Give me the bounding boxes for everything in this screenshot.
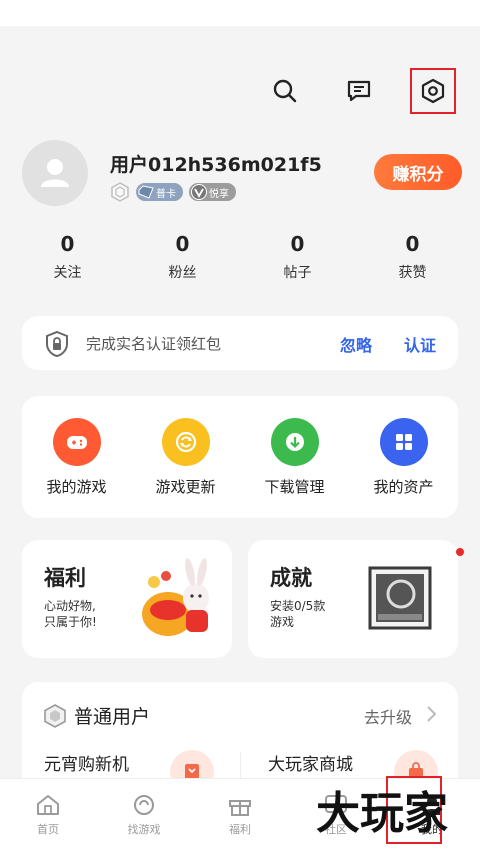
tier-item-new-phone[interactable]: 元宵购新机	[44, 750, 129, 775]
stat-posts[interactable]: 0 帖子	[240, 232, 355, 282]
vip-badge[interactable]: 悦享	[189, 183, 236, 201]
vip-label: 悦享	[209, 188, 229, 200]
shortcut-assets[interactable]: 我的资产	[349, 396, 458, 518]
watermark-logo: 大玩家	[316, 788, 448, 836]
welfare-card[interactable]: 福利 心动好物, 只属于你!	[22, 540, 232, 658]
stats-row: 0 关注 0 粉丝 0 帖子 0 获赞	[10, 232, 470, 282]
tab-home[interactable]: 首页	[0, 779, 96, 852]
stat-label: 关注	[53, 265, 82, 281]
message-button[interactable]	[336, 68, 382, 114]
tier-item-mall[interactable]: 大玩家商城	[268, 750, 353, 775]
download-icon	[270, 418, 319, 466]
avatar[interactable]	[22, 140, 88, 206]
notification-dot	[456, 548, 464, 556]
upgrade-link[interactable]: 去升级	[364, 704, 412, 728]
stat-label: 获赞	[398, 265, 427, 281]
achievement-subtitle: 安装0/5款 游戏	[270, 599, 326, 629]
watermark-text: 大玩家	[316, 788, 448, 836]
gamepad-icon	[52, 418, 101, 466]
settings-button[interactable]	[410, 68, 456, 114]
membership-title: 普通用户	[74, 706, 151, 728]
tab-label: 首页	[37, 823, 59, 836]
tab-welfare[interactable]: 福利	[192, 779, 288, 852]
tab-label: 找游戏	[127, 823, 161, 836]
tab-find-game[interactable]: 找游戏	[96, 779, 192, 852]
shortcut-downloads[interactable]: 下载管理	[240, 396, 349, 518]
card-tier-badge[interactable]: 普卡	[136, 183, 183, 201]
grid-icon	[379, 418, 428, 466]
achievement-card[interactable]: 成就 安装0/5款 游戏	[248, 540, 464, 658]
verify-button[interactable]: 认证	[404, 332, 436, 356]
achievement-title: 成就	[270, 566, 312, 590]
hexagon-level-icon[interactable]	[110, 182, 130, 202]
shortcut-label: 我的游戏	[46, 478, 107, 496]
hexagon-level-icon	[44, 704, 66, 728]
stat-followers[interactable]: 0 粉丝	[125, 232, 240, 282]
shortcut-grid: 我的游戏 游戏更新 下载管理 我的资产	[22, 396, 458, 518]
stat-value: 0	[60, 232, 75, 256]
welfare-title: 福利	[44, 566, 86, 590]
verify-text: 完成实名认证领红包	[86, 335, 222, 353]
card-tier-icon	[138, 185, 154, 199]
badge-row: 普卡 悦享	[110, 182, 236, 202]
earn-points-button[interactable]: 赚积分	[374, 154, 462, 190]
tab-label: 福利	[229, 823, 251, 836]
search-icon	[273, 79, 297, 103]
header-actions	[262, 68, 456, 114]
profile-header: 用户012h536m021f5 普卡 悦享 赚积分	[22, 140, 462, 210]
shortcut-label: 下载管理	[264, 478, 325, 496]
real-name-verify-banner: 完成实名认证领红包 忽略 认证	[22, 316, 458, 370]
stat-value: 0	[175, 232, 190, 256]
user-placeholder-icon	[41, 159, 69, 187]
rabbit-mascot-icon	[142, 558, 209, 636]
stat-likes[interactable]: 0 获赞	[355, 232, 470, 282]
achievement-badge-icon	[368, 566, 432, 630]
search-button[interactable]	[262, 68, 308, 114]
stat-following[interactable]: 0 关注	[10, 232, 125, 282]
stat-label: 帖子	[283, 265, 312, 281]
shortcut-label: 我的资产	[373, 478, 434, 496]
message-icon	[347, 80, 371, 102]
find-game-icon	[134, 795, 154, 815]
shield-lock-icon	[46, 330, 68, 358]
welfare-subtitle: 心动好物, 只属于你!	[44, 599, 97, 629]
stat-value: 0	[290, 232, 305, 256]
gift-icon	[229, 800, 251, 816]
home-icon	[37, 795, 59, 815]
stat-value: 0	[405, 232, 420, 256]
shortcut-my-games[interactable]: 我的游戏	[22, 396, 131, 518]
shortcut-game-updates[interactable]: 游戏更新	[131, 396, 240, 518]
username[interactable]: 用户012h536m021f5	[110, 150, 322, 177]
stat-label: 粉丝	[168, 265, 197, 281]
ignore-button[interactable]: 忽略	[340, 332, 372, 356]
settings-icon	[421, 78, 445, 104]
status-bar	[0, 0, 480, 26]
chevron-right-icon[interactable]	[424, 704, 438, 724]
vip-icon	[191, 184, 207, 200]
refresh-icon	[161, 418, 210, 466]
card-tier-label: 普卡	[156, 188, 176, 200]
shortcut-label: 游戏更新	[155, 478, 216, 496]
